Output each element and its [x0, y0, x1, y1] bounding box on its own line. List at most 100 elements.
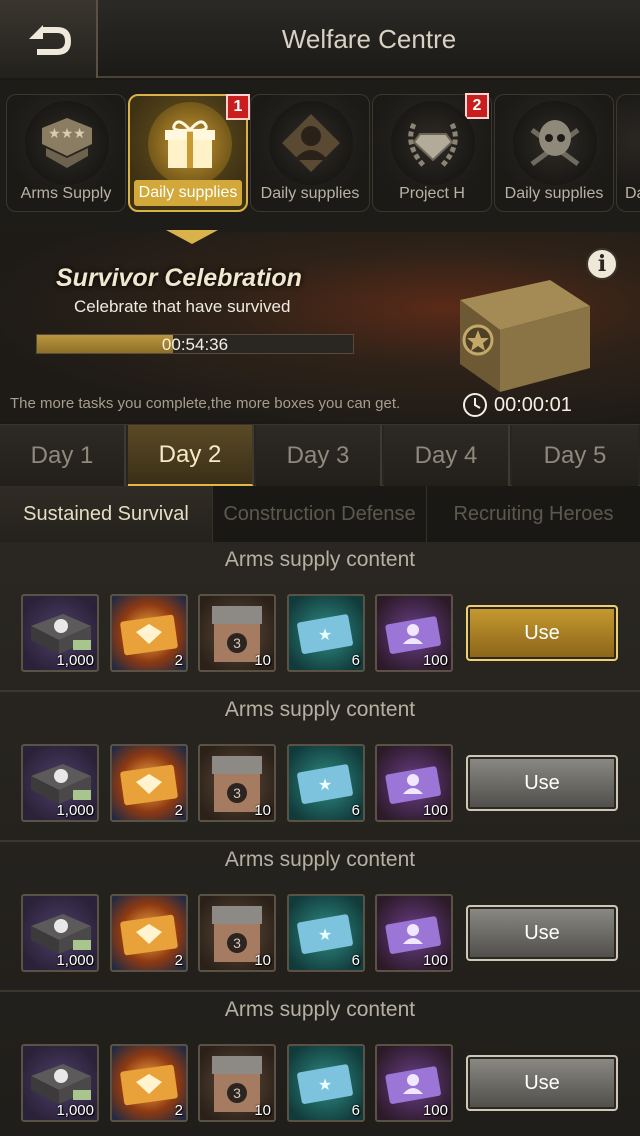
item-quantity: 6	[351, 802, 360, 819]
row-title: Arms supply content	[224, 848, 416, 871]
category-tab-arms-supply[interactable]: ★★★ Arms Supply	[6, 94, 126, 212]
notification-badge: 2	[465, 93, 489, 119]
blue-card-icon[interactable]: ★ 6	[287, 744, 365, 822]
item-quantity: 100	[422, 652, 448, 669]
blue-card-icon[interactable]: ★ 6	[287, 1044, 365, 1122]
diamond-laurel-icon	[391, 101, 475, 185]
tab-sustained-survival[interactable]: Sustained Survival	[0, 486, 213, 542]
category-tab-project-h[interactable]: 2 Project H	[372, 93, 492, 212]
item-quantity: 6	[351, 952, 360, 969]
supply-list: Arms supply content 1,000 2 3 10 ★ 6 100 Use Arms…	[0, 542, 640, 1136]
banner-title: Survivor Celebration	[56, 264, 302, 292]
tab-day-5[interactable]: Day 5	[512, 425, 638, 487]
hero-card-icon[interactable]: 100	[375, 1044, 453, 1122]
item-quantity: 100	[422, 952, 448, 969]
item-quantity: 1,000	[56, 652, 94, 669]
category-label: Daily supplies	[134, 180, 242, 206]
task-tabs: Sustained Survival Construction Defense …	[0, 486, 640, 542]
tab-day-3[interactable]: Day 3	[256, 425, 382, 487]
countdown-timer: 00:00:01	[462, 392, 572, 418]
banner-note: The more tasks you complete,the more box…	[10, 395, 401, 412]
blue-card-icon[interactable]: ★ 6	[287, 894, 365, 972]
item-quantity: 2	[174, 952, 183, 969]
supply-chest-image	[460, 280, 590, 392]
use-button[interactable]: Use	[466, 755, 618, 811]
use-button[interactable]: Use	[466, 1055, 618, 1111]
gold-ticket-icon[interactable]: 2	[110, 744, 188, 822]
gold-ticket-icon[interactable]: 2	[110, 1044, 188, 1122]
item-quantity: 1,000	[56, 802, 94, 819]
item-quantity: 6	[351, 1102, 360, 1119]
item-quantity: 10	[254, 952, 271, 969]
supply-row: Arms supply content 1,000 2 3 10 ★ 6 100 Use	[0, 692, 640, 842]
supply-box-icon[interactable]: 3 10	[198, 894, 276, 972]
category-label: Daily supplies	[260, 185, 360, 202]
category-tab-daily-supplies-2[interactable]: Daily supplies	[250, 94, 370, 212]
cash-case-icon[interactable]: 1,000	[21, 894, 99, 972]
cash-case-icon[interactable]: 1,000	[21, 744, 99, 822]
category-label: Arms Supply	[20, 185, 112, 202]
active-category-pointer	[166, 230, 218, 244]
supply-box-icon[interactable]: 3 10	[198, 1044, 276, 1122]
supply-row: Arms supply content 1,000 2 3 10 ★ 6 100 Use	[0, 542, 640, 692]
progress-bar: 00:54:36	[36, 334, 354, 354]
svg-text:★★★: ★★★	[48, 125, 86, 141]
hero-card-icon[interactable]: 100	[375, 744, 453, 822]
gift-box-icon	[148, 102, 232, 186]
hero-card-icon[interactable]: 100	[375, 894, 453, 972]
svg-text:★: ★	[318, 927, 332, 944]
page-title: Welfare Centre	[281, 23, 457, 54]
row-title: Arms supply content	[224, 998, 416, 1021]
gold-ticket-icon[interactable]: 2	[110, 894, 188, 972]
tab-day-1[interactable]: Day 1	[0, 425, 126, 487]
item-quantity: 10	[254, 652, 271, 669]
item-quantity: 100	[422, 802, 448, 819]
back-button[interactable]	[0, 0, 98, 78]
timer-value: 00:00:01	[494, 393, 572, 416]
blue-card-icon[interactable]: ★ 6	[287, 594, 365, 672]
tab-recruiting-heroes[interactable]: Recruiting Heroes	[427, 486, 640, 542]
skull-crossbones-icon	[513, 101, 597, 185]
item-quantity: 6	[351, 652, 360, 669]
item-quantity: 1,000	[56, 1102, 94, 1119]
info-button[interactable]: i	[586, 248, 618, 280]
row-title: Arms supply content	[224, 698, 416, 721]
clock-icon	[463, 393, 487, 417]
item-quantity: 10	[254, 1102, 271, 1119]
soldier-portrait-icon	[269, 101, 353, 185]
header-bar: Welfare Centre	[0, 0, 640, 78]
item-quantity: 10	[254, 802, 271, 819]
svg-text:3: 3	[233, 935, 241, 951]
cash-case-icon[interactable]: 1,000	[21, 594, 99, 672]
supply-box-icon[interactable]: 3 10	[198, 744, 276, 822]
tab-day-4[interactable]: Day 4	[384, 425, 510, 487]
progress-time: 00:54:36	[161, 335, 229, 354]
supply-box-icon[interactable]: 3 10	[198, 594, 276, 672]
item-quantity: 2	[174, 802, 183, 819]
item-quantity: 100	[422, 1102, 448, 1119]
item-quantity: 2	[174, 1102, 183, 1119]
supply-row: Arms supply content 1,000 2 3 10 ★ 6 100 Use	[0, 992, 640, 1136]
back-arrow-icon	[29, 25, 71, 55]
category-label: Project H	[399, 185, 465, 202]
category-label: Da	[625, 185, 640, 202]
event-banner: Survivor Celebration Celebrate that have…	[0, 232, 640, 422]
gold-ticket-icon[interactable]: 2	[110, 594, 188, 672]
cash-case-icon[interactable]: 1,000	[21, 1044, 99, 1122]
day-tabs: Day 1 Day 2 Day 3 Day 4 Day 5	[0, 424, 640, 487]
supply-row: Arms supply content 1,000 2 3 10 ★ 6 100 Use	[0, 842, 640, 992]
use-button[interactable]: Use	[466, 905, 618, 961]
category-label: Daily supplies	[504, 185, 604, 202]
category-tab-daily-supplies-1[interactable]: 1 Daily supplies	[128, 94, 250, 212]
item-quantity: 1,000	[56, 952, 94, 969]
use-button[interactable]: Use	[466, 605, 618, 661]
category-tab-daily-supplies-3[interactable]: Daily supplies	[494, 94, 614, 212]
tab-construction-defense[interactable]: Construction Defense	[213, 486, 427, 542]
hero-card-icon[interactable]: 100	[375, 594, 453, 672]
rank-chevron-icon: ★★★	[25, 101, 109, 185]
notification-badge: 1	[226, 94, 250, 120]
category-tabs: ★★★ Arms Supply 1 Daily supplies Daily s…	[0, 80, 640, 232]
svg-text:★: ★	[318, 1077, 332, 1094]
tab-day-2[interactable]: Day 2	[128, 425, 254, 487]
category-tab-partial[interactable]: Da	[616, 94, 640, 212]
